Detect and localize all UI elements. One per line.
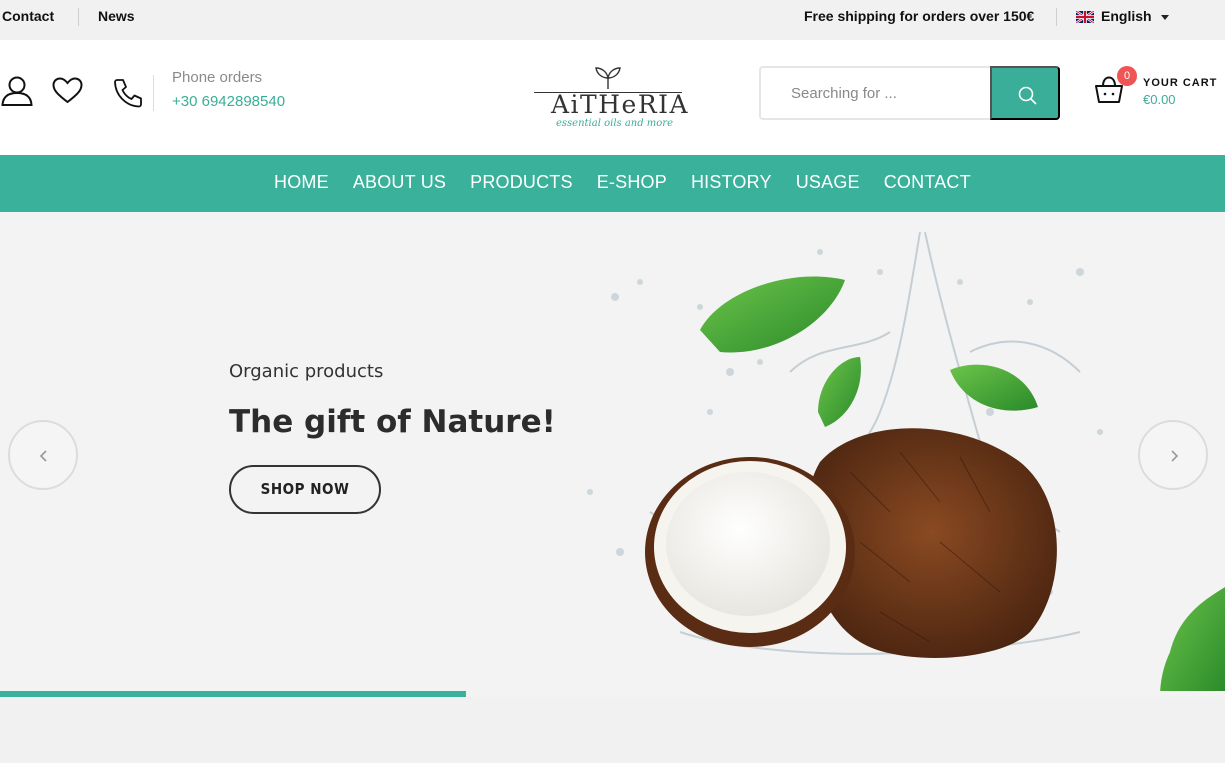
nav-item-about-us[interactable]: ABOUT US xyxy=(353,172,446,193)
top-bar: Contact News Free shipping for orders ov… xyxy=(0,0,1225,40)
nav-item-usage[interactable]: USAGE xyxy=(796,172,860,193)
chevron-left-icon xyxy=(39,450,47,462)
main-nav: HOME ABOUT US PRODUCTS E-SHOP HISTORY US… xyxy=(0,155,1225,212)
nav-item-home[interactable]: HOME xyxy=(274,172,329,193)
leaf-shape xyxy=(700,276,845,353)
phone-orders-label: Phone orders xyxy=(172,69,263,86)
uk-flag-icon xyxy=(1076,11,1094,23)
top-link-contact[interactable]: Contact xyxy=(2,8,54,24)
search-input[interactable] xyxy=(791,82,981,104)
slider-prev-button[interactable] xyxy=(8,420,78,490)
site-logo[interactable]: AiTHeRIA essential oils and more xyxy=(534,64,688,134)
logo-wordmark: AiTHeRIA xyxy=(551,90,690,119)
site-header: Phone orders +30 6942898540 AiTHeRIA ess… xyxy=(0,40,1225,155)
nav-item-history[interactable]: HISTORY xyxy=(691,172,772,193)
language-selector[interactable]: English xyxy=(1101,8,1152,24)
search-button[interactable] xyxy=(990,66,1060,120)
search-box xyxy=(759,66,1060,120)
divider xyxy=(1056,8,1057,26)
user-account-icon[interactable] xyxy=(1,76,33,106)
leaf-sprout-icon xyxy=(595,67,621,89)
cart-total[interactable]: €0.00 xyxy=(1143,92,1176,107)
hero-subtitle: Organic products xyxy=(229,361,384,382)
chevron-right-icon xyxy=(1171,450,1179,462)
phone-icon[interactable] xyxy=(113,78,143,108)
cart-label[interactable]: YOUR CART xyxy=(1143,77,1217,89)
wishlist-heart-icon[interactable] xyxy=(52,77,83,104)
slider-next-button[interactable] xyxy=(1138,420,1208,490)
shipping-notice: Free shipping for orders over 150€ xyxy=(804,8,1035,24)
divider xyxy=(153,75,154,111)
slider-progress-bar xyxy=(0,691,1225,697)
nav-list: HOME ABOUT US PRODUCTS E-SHOP HISTORY US… xyxy=(274,172,995,193)
nav-item-products[interactable]: PRODUCTS xyxy=(470,172,573,193)
chevron-down-icon[interactable] xyxy=(1161,15,1169,20)
nav-item-e-shop[interactable]: E-SHOP xyxy=(597,172,667,193)
hero-slider: Organic products The gift of Nature! SHO… xyxy=(0,212,1225,697)
coconut-splash-image xyxy=(587,231,1225,697)
nav-item-contact[interactable]: CONTACT xyxy=(884,172,971,193)
divider xyxy=(78,8,79,26)
logo-tagline: essential oils and more xyxy=(556,118,674,129)
hero-title: The gift of Nature! xyxy=(229,404,556,440)
shop-now-button[interactable]: SHOP NOW xyxy=(229,465,381,514)
cart-count-badge: 0 xyxy=(1117,66,1137,86)
slider-progress-fill xyxy=(0,691,466,697)
phone-number-link[interactable]: +30 6942898540 xyxy=(172,93,285,110)
top-link-news[interactable]: News xyxy=(98,8,135,24)
search-icon xyxy=(1018,86,1037,105)
